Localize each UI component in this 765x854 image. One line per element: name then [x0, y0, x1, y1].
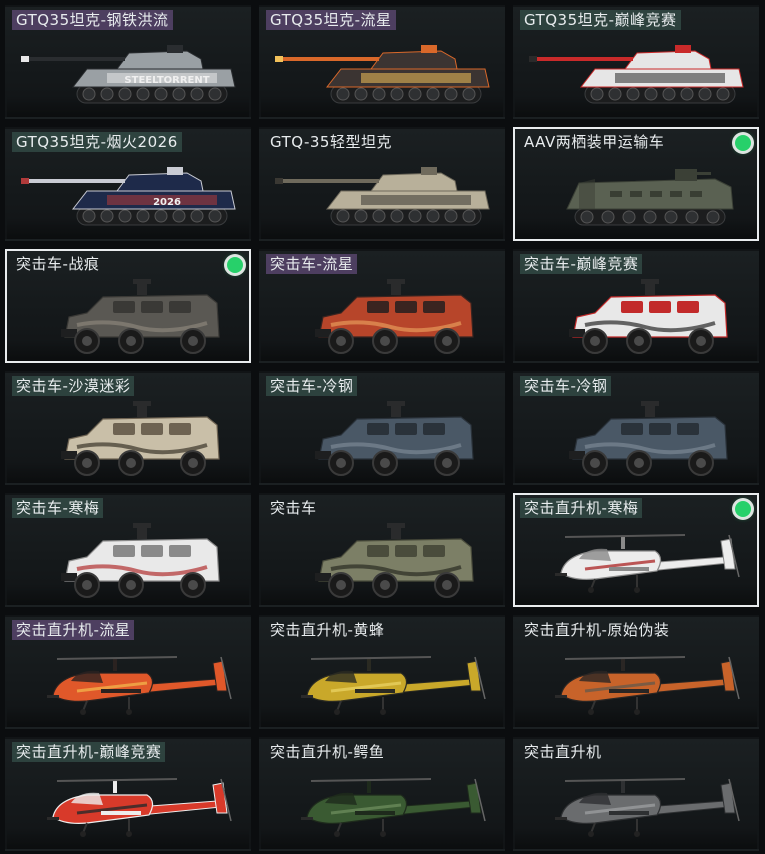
skin-card[interactable]: STEELTORRENT GTQ35坦克-钢铁洪流	[5, 5, 251, 119]
vehicle-image	[315, 279, 474, 354]
skin-name-label: 突击车-沙漠迷彩	[12, 376, 135, 396]
assault-car-illustration	[61, 523, 220, 598]
assault-car-illustration	[61, 401, 220, 476]
assault-helicopter-illustration	[301, 656, 486, 715]
skin-name-label: GTQ35坦克-钢铁洪流	[12, 10, 173, 30]
vehicle-image	[569, 279, 728, 354]
tank-illustration	[275, 167, 490, 226]
skin-card[interactable]: 突击直升机-原始伪装	[513, 615, 759, 729]
skin-card[interactable]: 突击车-巅峰竞赛	[513, 249, 759, 363]
skin-card[interactable]: 突击车-寒梅	[5, 493, 251, 607]
assault-helicopter-illustration	[301, 778, 486, 837]
assault-car-illustration	[569, 279, 728, 354]
skin-card[interactable]: GTQ35坦克-巅峰竞赛	[513, 5, 759, 119]
assault-helicopter-illustration	[47, 778, 232, 837]
skin-name-label: 突击直升机-流星	[12, 620, 135, 640]
tank-illustration: 2026	[21, 167, 236, 226]
tank-illustration	[275, 45, 490, 104]
vehicle-image	[315, 401, 474, 476]
skin-card[interactable]: 突击车-沙漠迷彩	[5, 371, 251, 485]
skin-card[interactable]: GTQ-35轻型坦克	[259, 127, 505, 241]
skin-card[interactable]: 突击直升机	[513, 737, 759, 851]
skin-card[interactable]: GTQ35坦克-流星	[259, 5, 505, 119]
skin-name-label: 突击车-巅峰竞赛	[520, 254, 643, 274]
skin-name-label: GTQ35坦克-流星	[266, 10, 396, 30]
skin-name-label: 突击直升机	[524, 743, 602, 761]
vehicle-image	[566, 169, 734, 226]
skin-card[interactable]: 突击车-战痕	[5, 249, 251, 363]
vehicle-image	[275, 45, 490, 104]
equipped-indicator-icon	[735, 501, 751, 517]
assault-helicopter-illustration	[555, 778, 740, 837]
skin-name-label: AAV两栖装甲运输车	[524, 133, 665, 151]
vehicle-image	[529, 45, 744, 104]
skin-card[interactable]: 突击直升机-流星	[5, 615, 251, 729]
skin-card[interactable]: 突击车-冷钢	[259, 371, 505, 485]
vehicle-skin-grid: STEELTORRENT GTQ35坦克-钢铁洪流 GTQ35坦克-流星 GTQ35坦…	[0, 0, 765, 854]
vehicle-image: 2026	[21, 167, 236, 226]
skin-card[interactable]: 2026 GTQ35坦克-烟火2026	[5, 127, 251, 241]
skin-name-label: 突击车-冷钢	[266, 376, 358, 396]
skin-name-label: GTQ-35轻型坦克	[270, 133, 392, 151]
skin-card[interactable]: 突击车-冷钢	[513, 371, 759, 485]
vehicle-image	[555, 656, 740, 715]
skin-name-label: GTQ35坦克-巅峰竞赛	[520, 10, 681, 30]
vehicle-image	[315, 523, 474, 598]
skin-name-label: 突击车-流星	[266, 254, 358, 274]
skin-name-label: 突击车-冷钢	[520, 376, 612, 396]
skin-card[interactable]: 突击车	[259, 493, 505, 607]
assault-car-illustration	[315, 279, 474, 354]
skin-name-label: 突击直升机-巅峰竞赛	[12, 742, 166, 762]
vehicle-image	[61, 279, 220, 354]
skin-card[interactable]: AAV两栖装甲运输车	[513, 127, 759, 241]
vehicle-image	[61, 523, 220, 598]
skin-name-label: GTQ35坦克-烟火2026	[12, 132, 182, 152]
assault-car-illustration	[315, 401, 474, 476]
skin-name-label: 突击车-寒梅	[12, 498, 104, 518]
vehicle-image	[275, 167, 490, 226]
vehicle-image	[555, 778, 740, 837]
skin-name-label: 突击直升机-寒梅	[520, 498, 643, 518]
skin-name-label: 突击直升机-黄蜂	[270, 621, 385, 639]
skin-name-label: 突击直升机-原始伪装	[524, 621, 670, 639]
vehicle-image	[47, 656, 232, 715]
skin-card[interactable]: 突击直升机-寒梅	[513, 493, 759, 607]
tank-illustration: STEELTORRENT	[21, 45, 236, 104]
vehicle-image: STEELTORRENT	[21, 45, 236, 104]
tank-illustration	[529, 45, 744, 104]
svg-text:STEELTORRENT: STEELTORRENT	[124, 75, 209, 86]
assault-helicopter-illustration	[555, 656, 740, 715]
vehicle-image	[301, 778, 486, 837]
skin-card[interactable]: 突击直升机-鳄鱼	[259, 737, 505, 851]
vehicle-image	[47, 778, 232, 837]
equipped-indicator-icon	[227, 257, 243, 273]
aav-illustration	[566, 169, 734, 226]
assault-car-illustration	[569, 401, 728, 476]
skin-card[interactable]: 突击车-流星	[259, 249, 505, 363]
vehicle-image	[61, 401, 220, 476]
svg-text:2026: 2026	[153, 197, 181, 208]
assault-helicopter-illustration	[555, 534, 740, 593]
skin-card[interactable]: 突击直升机-黄蜂	[259, 615, 505, 729]
vehicle-image	[569, 401, 728, 476]
assault-car-illustration	[315, 523, 474, 598]
vehicle-image	[555, 534, 740, 593]
skin-name-label: 突击车	[270, 499, 317, 517]
assault-car-illustration	[61, 279, 220, 354]
vehicle-image	[301, 656, 486, 715]
skin-name-label: 突击车-战痕	[16, 255, 100, 273]
equipped-indicator-icon	[735, 135, 751, 151]
skin-name-label: 突击直升机-鳄鱼	[270, 743, 385, 761]
skin-card[interactable]: 突击直升机-巅峰竞赛	[5, 737, 251, 851]
assault-helicopter-illustration	[47, 656, 232, 715]
